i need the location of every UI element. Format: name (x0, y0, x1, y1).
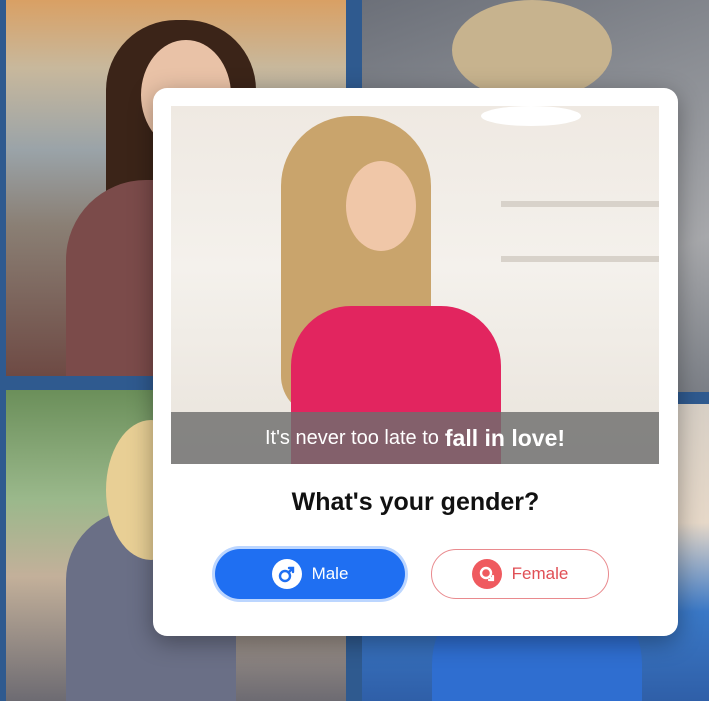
tagline-emphasis: fall in love! (444, 424, 566, 451)
tagline-banner: It's never too late to fall in love! (171, 412, 659, 464)
male-button-label: Male (311, 564, 349, 583)
female-button[interactable]: Female (431, 549, 609, 599)
tagline-text: It's never too late to (264, 426, 439, 449)
female-symbol-icon (471, 559, 502, 589)
male-button[interactable]: Male (215, 549, 405, 599)
male-symbol-icon (271, 559, 302, 589)
gender-question: What's your gender? (291, 488, 540, 516)
gender-selection-modal: It's never too late to fall in love! Wha… (153, 88, 678, 636)
hero-photo: It's never too late to fall in love! (171, 106, 659, 464)
female-button-label: Female (511, 564, 569, 583)
